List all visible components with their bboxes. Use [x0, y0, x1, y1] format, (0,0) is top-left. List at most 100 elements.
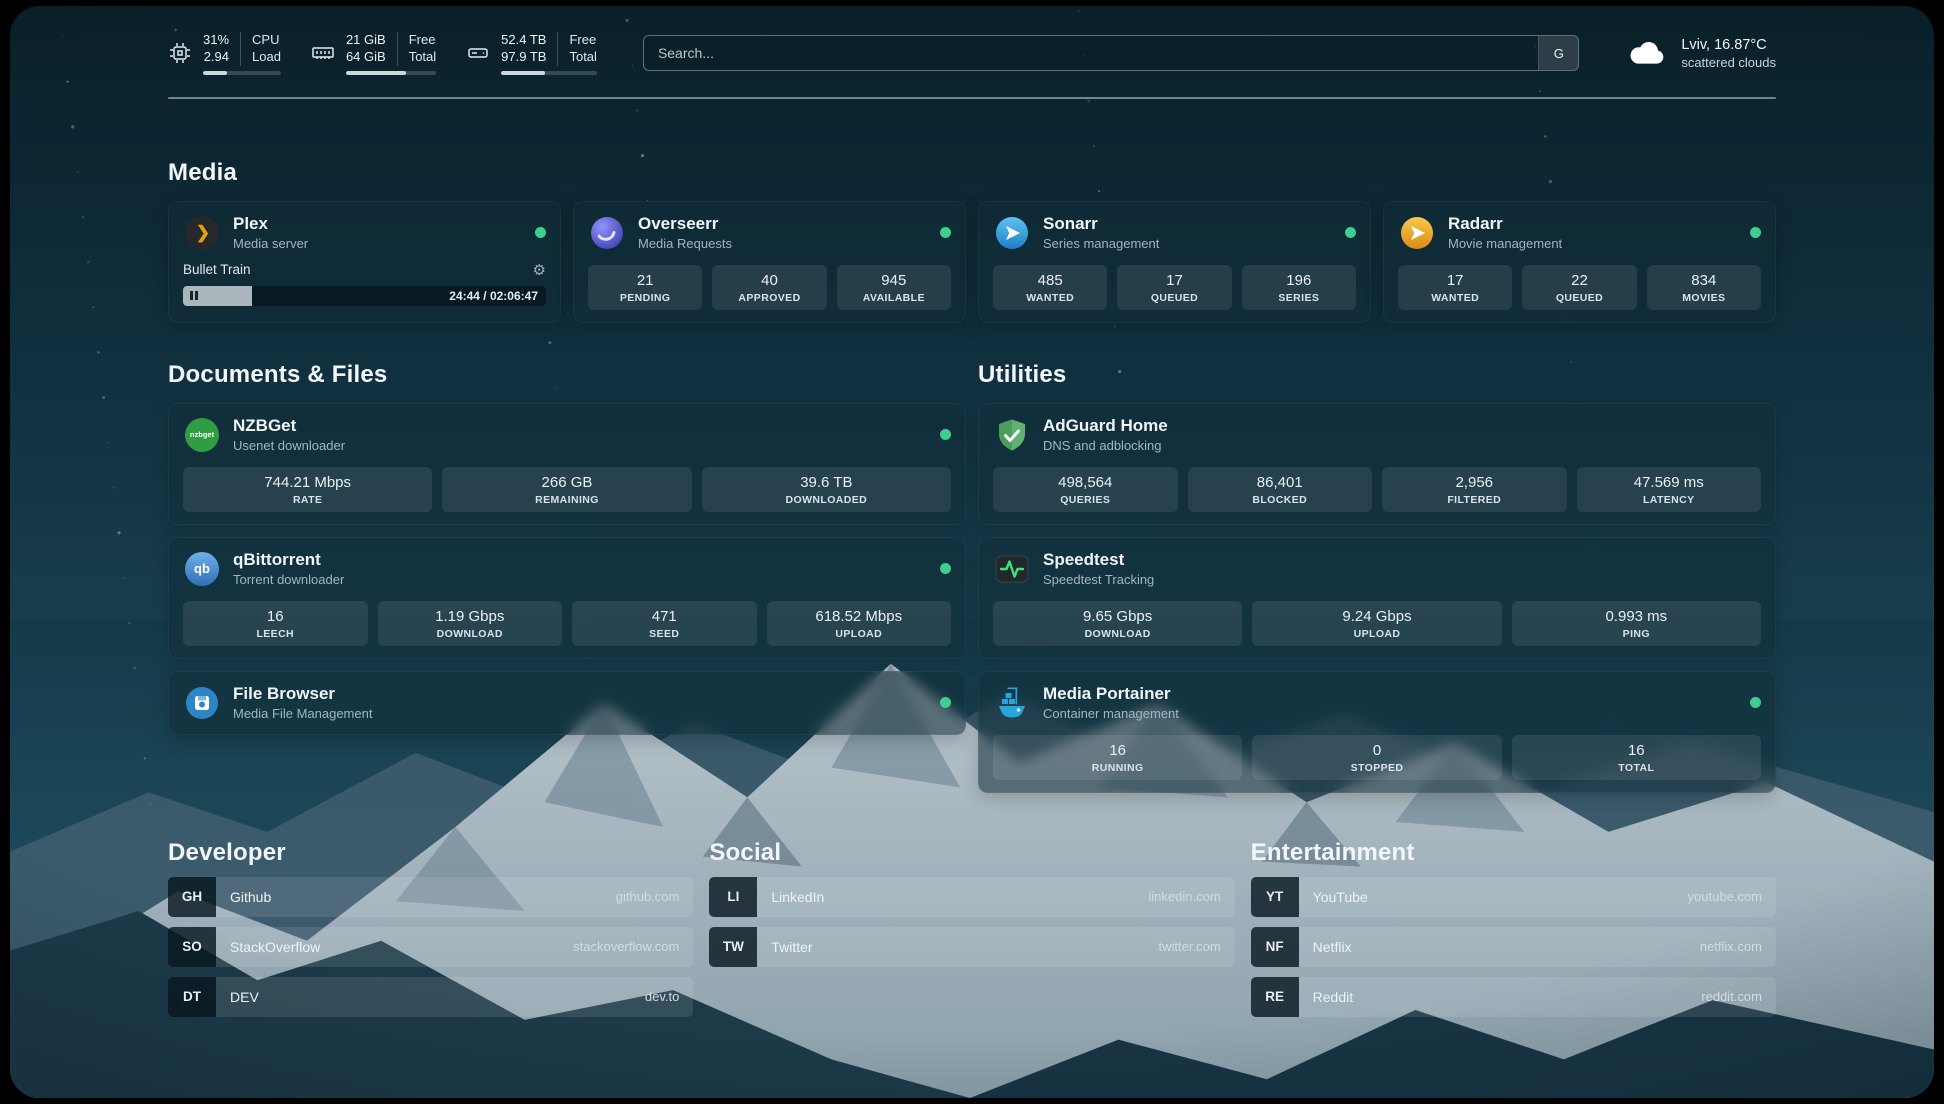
service-card-sonarr[interactable]: Sonarr Series management 485WANTED 17QUE… — [978, 201, 1371, 323]
bookmark-dev[interactable]: DT DEVdev.to — [168, 977, 693, 1017]
bookmark-abbr: SO — [168, 927, 216, 967]
bookmark-name: Github — [230, 889, 271, 905]
service-subtitle: Media Requests — [638, 236, 732, 251]
pause-icon[interactable] — [190, 291, 198, 300]
stat-stopped: 0STOPPED — [1252, 735, 1501, 780]
search-bar: G — [643, 35, 1579, 71]
bookmark-reddit[interactable]: RE Redditreddit.com — [1251, 977, 1776, 1017]
stat-ping: 0.993 msPING — [1512, 601, 1761, 646]
memory-widget: 21 GiB64 GiB FreeTotal — [311, 32, 436, 75]
ram-icon — [311, 41, 335, 65]
bookmark-abbr: YT — [1251, 877, 1299, 917]
bookmark-abbr: TW — [709, 927, 757, 967]
bookmark-url: stackoverflow.com — [573, 939, 679, 954]
bookmark-url: github.com — [616, 889, 680, 904]
service-name: Speedtest — [1043, 550, 1154, 570]
service-card-adguard[interactable]: AdGuard Home DNS and adblocking 498,564Q… — [978, 403, 1776, 525]
stat-movies: 834MOVIES — [1647, 265, 1761, 310]
stat-queued: 17QUEUED — [1117, 265, 1231, 310]
status-dot — [535, 227, 546, 238]
qbittorrent-icon: qb — [183, 550, 221, 588]
stat-available: 945AVAILABLE — [837, 265, 951, 310]
disk-progress-bar — [501, 71, 597, 75]
service-subtitle: Speedtest Tracking — [1043, 572, 1154, 587]
section-title-social: Social — [709, 839, 1234, 867]
bookmark-youtube[interactable]: YT YouTubeyoutube.com — [1251, 877, 1776, 917]
service-card-filebrowser[interactable]: File Browser Media File Management — [168, 671, 966, 735]
bookmark-name: YouTube — [1313, 889, 1368, 905]
stat-total: 16TOTAL — [1512, 735, 1761, 780]
stat-wanted: 17WANTED — [1398, 265, 1512, 310]
playback-progress-bar[interactable]: 24:44 / 02:06:47 — [183, 286, 546, 306]
cpu-label-2: Load — [252, 49, 281, 66]
weather-widget[interactable]: Lviv, 16.87°C scattered clouds — [1625, 37, 1776, 70]
section-title-developer: Developer — [168, 839, 693, 867]
stat-filtered: 2,956FILTERED — [1382, 467, 1567, 512]
bookmark-twitter[interactable]: TW Twittertwitter.com — [709, 927, 1234, 967]
stat-remaining: 266 GBREMAINING — [442, 467, 691, 512]
bookmark-stackoverflow[interactable]: SO StackOverflow stackoverflow.com — [168, 927, 693, 967]
memory-label-1: Free — [409, 32, 436, 49]
service-subtitle: Usenet downloader — [233, 438, 345, 453]
disk-widget: 52.4 TB97.9 TB FreeTotal — [466, 32, 597, 75]
stat-download: 9.65 GbpsDOWNLOAD — [993, 601, 1242, 646]
service-card-radarr[interactable]: Radarr Movie management 17WANTED 22QUEUE… — [1383, 201, 1776, 323]
stat-seed: 471SEED — [572, 601, 757, 646]
gear-icon[interactable]: ⚙ — [533, 261, 546, 279]
weather-condition: scattered clouds — [1681, 55, 1776, 70]
section-title-entertainment: Entertainment — [1251, 839, 1776, 867]
section-title-media: Media — [168, 159, 1776, 187]
service-card-qbittorrent[interactable]: qb qBittorrent Torrent downloader 16LEEC… — [168, 537, 966, 659]
radarr-icon — [1398, 214, 1436, 252]
service-name: NZBGet — [233, 416, 345, 436]
filebrowser-icon — [183, 684, 221, 722]
media-cards: ❯ Plex Media server Bullet Train ⚙ — [168, 201, 1776, 323]
stat-upload: 9.24 GbpsUPLOAD — [1252, 601, 1501, 646]
stat-upload: 618.52 MbpsUPLOAD — [767, 601, 952, 646]
bookmark-name: LinkedIn — [771, 889, 824, 905]
bookmark-url: linkedin.com — [1148, 889, 1220, 904]
bookmark-url: netflix.com — [1700, 939, 1762, 954]
bookmark-url: twitter.com — [1159, 939, 1221, 954]
service-name: Sonarr — [1043, 214, 1159, 234]
service-card-overseerr[interactable]: Overseerr Media Requests 21PENDING 40APP… — [573, 201, 966, 323]
bookmark-github[interactable]: GH Githubgithub.com — [168, 877, 693, 917]
stat-download: 1.19 GbpsDOWNLOAD — [378, 601, 563, 646]
memory-label-2: Total — [409, 49, 436, 66]
cpu-usage-value: 31% — [203, 32, 229, 49]
search-input[interactable] — [643, 35, 1579, 71]
stat-pending: 21PENDING — [588, 265, 702, 310]
header-divider — [168, 97, 1776, 99]
section-title-utilities: Utilities — [978, 361, 1776, 389]
service-subtitle: Torrent downloader — [233, 572, 344, 587]
service-subtitle: Movie management — [1448, 236, 1562, 251]
cloud-icon — [1625, 38, 1669, 68]
bookmark-abbr: RE — [1251, 977, 1299, 1017]
stat-running: 16RUNNING — [993, 735, 1242, 780]
service-name: File Browser — [233, 684, 372, 704]
bookmark-name: StackOverflow — [230, 939, 320, 955]
status-dot — [940, 563, 951, 574]
service-card-plex[interactable]: ❯ Plex Media server Bullet Train ⚙ — [168, 201, 561, 323]
service-subtitle: Media File Management — [233, 706, 372, 721]
cpu-icon — [168, 41, 192, 65]
stat-downloaded: 39.6 TBDOWNLOADED — [702, 467, 951, 512]
bookmark-netflix[interactable]: NF Netflixnetflix.com — [1251, 927, 1776, 967]
bookmark-group-entertainment: Entertainment YT YouTubeyoutube.com NF N… — [1251, 839, 1776, 1017]
nzbget-icon: nzbget — [183, 416, 221, 454]
disk-icon — [466, 41, 490, 65]
bookmark-abbr: LI — [709, 877, 757, 917]
stat-latency: 47.569 msLATENCY — [1577, 467, 1762, 512]
utilities-column: Utilities AdGuard Home DNS and adblockin… — [978, 361, 1776, 793]
service-card-portainer[interactable]: Media Portainer Container management 16R… — [978, 671, 1776, 793]
stat-series: 196SERIES — [1242, 265, 1356, 310]
bookmark-linkedin[interactable]: LI LinkedIn linkedin.com — [709, 877, 1234, 917]
documents-column: Documents & Files nzbget NZBGet Usenet d… — [168, 361, 966, 735]
service-name: Media Portainer — [1043, 684, 1179, 704]
status-dot — [940, 697, 951, 708]
service-card-nzbget[interactable]: nzbget NZBGet Usenet downloader 744.21 M… — [168, 403, 966, 525]
search-engine-button[interactable]: G — [1538, 36, 1578, 70]
cpu-load-value: 2.94 — [203, 49, 229, 66]
service-card-speedtest[interactable]: Speedtest Speedtest Tracking 9.65 GbpsDO… — [978, 537, 1776, 659]
overseerr-icon — [588, 214, 626, 252]
